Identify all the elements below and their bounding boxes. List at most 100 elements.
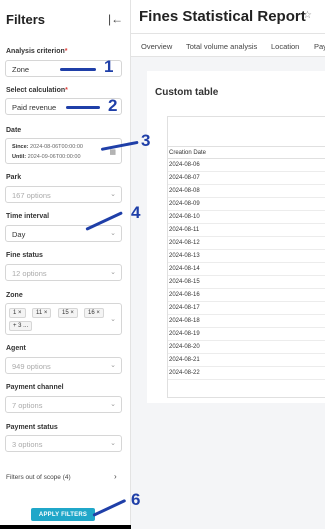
annotation-number: 6 (131, 490, 141, 509)
zone-tag[interactable]: 16 × (84, 308, 104, 318)
table-cell-date: 2024-08-21 (169, 357, 200, 363)
tab-pay[interactable]: Pay (314, 42, 325, 51)
table-row: 2024-08-15 (168, 276, 325, 289)
chevron-down-icon: ⌄ (110, 362, 116, 369)
payment-channel-select[interactable]: 7 options ⌄ (5, 396, 122, 413)
annotation-number: 1 (104, 57, 114, 76)
zone-tag[interactable]: 1 × (9, 308, 26, 318)
table-row: 2024-08-16 (168, 289, 325, 302)
table-cell-date: 2024-08-11 (169, 227, 200, 233)
table-cell-date: 2024-08-09 (169, 201, 200, 207)
park-placeholder: 167 options (12, 191, 51, 200)
table-row: 2024-08-12 (168, 237, 325, 250)
fine-status-label: Fine status (6, 252, 43, 259)
annotation-underline (66, 106, 100, 109)
filter-sidebar: Filters |← Analysis criterion* Zone Sele… (0, 0, 131, 529)
zone-tag[interactable]: 15 × (58, 308, 78, 318)
star-icon[interactable]: ☆ (303, 10, 312, 21)
tab-location[interactable]: Location (271, 42, 299, 51)
table-cell-date: 2024-08-22 (169, 370, 200, 376)
agent-label: Agent (6, 345, 26, 352)
card-title: Custom table (155, 87, 219, 98)
tab-overview[interactable]: Overview (141, 42, 172, 51)
zone-label: Zone (6, 292, 23, 299)
table-row: 2024-08-08 (168, 185, 325, 198)
table-header: Creation Date (168, 146, 325, 159)
dashboard-content: Custom table Creation Date 2024-08-06 202… (131, 57, 325, 529)
bottom-bar (0, 525, 131, 529)
table-cell-date: 2024-08-14 (169, 266, 200, 272)
table-row: 2024-08-20 (168, 341, 325, 354)
table-row: 2024-08-19 (168, 328, 325, 341)
table-cell-date: 2024-08-07 (169, 175, 200, 181)
table-row: 2024-08-22 (168, 367, 325, 380)
zone-multiselect[interactable]: 1 × 11 × 15 × 16 × + 3 ... ⌄ (5, 303, 122, 335)
table-cell-date: 2024-08-17 (169, 305, 200, 311)
date-range-picker[interactable]: Since: 2024-08-06T00:00:00 Until: 2024-0… (5, 138, 122, 164)
payment-channel-placeholder: 7 options (12, 401, 43, 410)
table-row: 2024-08-14 (168, 263, 325, 276)
table-row: 2024-08-17 (168, 302, 325, 315)
payment-status-select[interactable]: 3 options ⌄ (5, 435, 122, 452)
zone-more-tag[interactable]: + 3 ... (9, 321, 33, 331)
agent-select[interactable]: 949 options ⌄ (5, 357, 122, 374)
time-interval-label: Time interval (6, 213, 50, 220)
table-cell-date: 2024-08-20 (169, 344, 200, 350)
sidebar-title: Filters (6, 12, 46, 27)
fine-status-select[interactable]: 12 options ⌄ (5, 264, 122, 281)
until-row: Until: 2024-09-06T00:00:00 (12, 154, 81, 160)
annotation-number: 4 (131, 203, 141, 222)
column-header-creation-date[interactable]: Creation Date (169, 150, 206, 156)
table-cell-date: 2024-08-19 (169, 331, 200, 337)
table-row: 2024-08-21 (168, 354, 325, 367)
table-row: 2024-08-06 (168, 159, 325, 172)
zone-tag[interactable]: 11 × (32, 308, 52, 318)
agent-placeholder: 949 options (12, 362, 51, 371)
chevron-down-icon: ⌄ (110, 230, 116, 237)
table-cell-date: 2024-08-12 (169, 240, 200, 246)
park-label: Park (6, 174, 22, 181)
collapse-sidebar-icon[interactable]: |← (108, 12, 123, 26)
chevron-down-icon: ⌄ (110, 401, 116, 408)
report-main: Fines Statistical Report ☆ Overview Tota… (131, 0, 325, 529)
select-calculation-label: Select calculation* (6, 87, 68, 94)
filters-out-of-scope[interactable]: Filters out of scope (4) (6, 474, 71, 481)
chevron-down-icon: ⌄ (110, 269, 116, 276)
park-select[interactable]: 167 options ⌄ (5, 186, 122, 203)
fine-status-placeholder: 12 options (12, 269, 47, 278)
annotation-number: 3 (141, 131, 151, 150)
date-label: Date (6, 127, 22, 134)
time-interval-select[interactable]: Day ⌄ (5, 225, 122, 242)
chevron-down-icon: ⌄ (110, 440, 116, 447)
payment-status-label: Payment status (6, 424, 58, 431)
chevron-down-icon: ⌄ (110, 316, 116, 323)
custom-table: Creation Date 2024-08-06 2024-08-07 2024-0… (167, 116, 325, 398)
annotation-number: 2 (108, 96, 118, 115)
tab-total-volume-analysis[interactable]: Total volume analysis (186, 42, 257, 51)
table-cell-date: 2024-08-08 (169, 188, 200, 194)
table-row: 2024-08-11 (168, 224, 325, 237)
table-cell-date: 2024-08-18 (169, 318, 200, 324)
payment-status-placeholder: 3 options (12, 440, 43, 449)
since-row: Since: 2024-08-06T00:00:00 (12, 144, 83, 150)
apply-filters-button[interactable]: APPLY FILTERS (31, 508, 95, 521)
table-cell-date: 2024-08-06 (169, 162, 200, 168)
app-root: Filters |← Analysis criterion* Zone Sele… (0, 0, 325, 529)
select-calculation-value: Paid revenue (12, 103, 57, 112)
table-row: 2024-08-10 (168, 211, 325, 224)
analysis-criterion-value: Zone (12, 65, 30, 74)
table-row: 2024-08-09 (168, 198, 325, 211)
annotation-underline (60, 68, 96, 71)
chevron-right-icon[interactable]: › (114, 472, 117, 481)
table-cell-date: 2024-08-13 (169, 253, 200, 259)
table-row: 2024-08-07 (168, 172, 325, 185)
table-cell-date: 2024-08-16 (169, 292, 200, 298)
custom-table-card: Custom table Creation Date 2024-08-06 202… (147, 71, 325, 403)
analysis-criterion-label: Analysis criterion* (6, 48, 68, 55)
time-interval-value: Day (12, 230, 26, 239)
table-row: 2024-08-13 (168, 250, 325, 263)
select-calculation-select[interactable]: Paid revenue (5, 98, 122, 115)
table-cell-date: 2024-08-10 (169, 214, 200, 220)
page-title: Fines Statistical Report (139, 8, 306, 25)
payment-channel-label: Payment channel (6, 384, 64, 391)
